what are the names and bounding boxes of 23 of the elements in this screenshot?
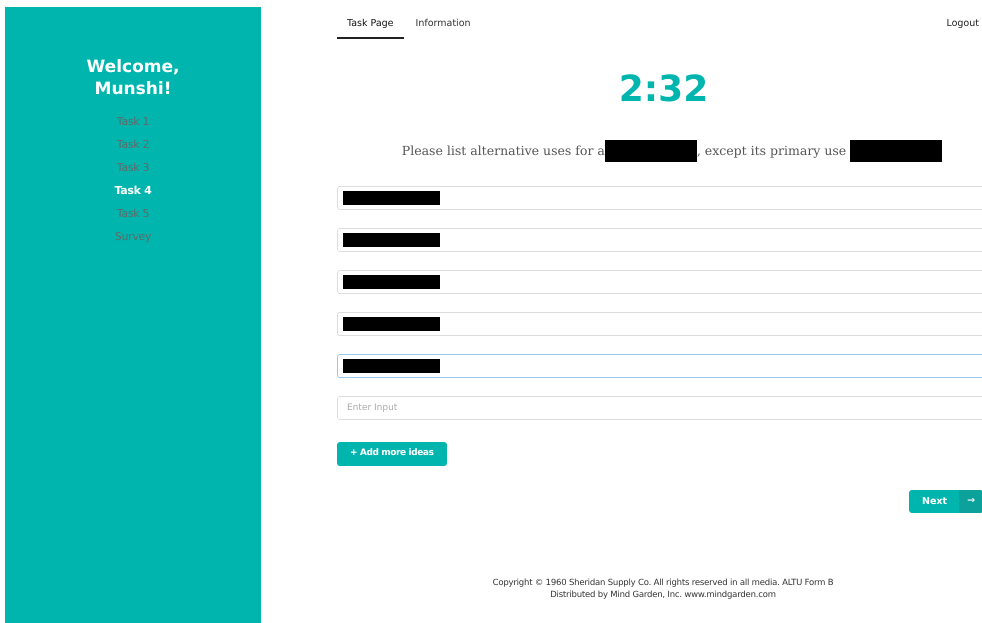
answer-field[interactable] (337, 186, 982, 210)
timer-text: 2:32 (618, 72, 710, 108)
answer-field[interactable] (337, 354, 982, 378)
prompt-text: , except its primary use (696, 142, 846, 160)
logout-link[interactable]: Logout (946, 16, 979, 39)
sidebar-title: Welcome, Munshi! (86, 56, 180, 100)
add-ideas-button[interactable]: + Add more ideas (337, 442, 447, 466)
sidebar-item[interactable]: Task 2 (5, 133, 261, 156)
footer-text: Distributed by Mind Garden, Inc. www.mindgarden.com (549, 589, 777, 601)
tab[interactable]: Task Page (337, 16, 404, 39)
sidebar-item[interactable]: Task 3 (5, 156, 261, 180)
answer-field[interactable] (337, 270, 982, 294)
footer-text: Copyright © 1960 Sheridan Supply Co. All rights reserved in all media. ALTU Form B (492, 577, 834, 589)
prompt-text: Please list alternative uses for a (402, 142, 605, 160)
answer-field[interactable] (337, 228, 982, 252)
tab[interactable]: Information (406, 16, 481, 39)
answer-field[interactable]: Enter Input (337, 396, 982, 420)
next-button[interactable]: Next → (909, 490, 982, 513)
sidebar-item[interactable]: Task 1 (5, 110, 261, 134)
sidebar-item[interactable]: Survey (5, 225, 261, 248)
sidebar-item[interactable]: Task 5 (5, 202, 261, 226)
answer-field[interactable] (337, 312, 982, 336)
sidebar-item[interactable]: Task 4 (5, 179, 261, 202)
